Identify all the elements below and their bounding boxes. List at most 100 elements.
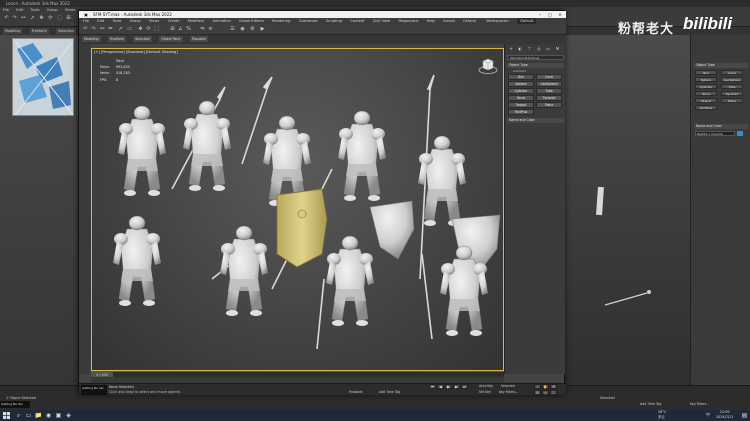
scale-icon[interactable]: ⬚ xyxy=(153,26,160,33)
scale-icon[interactable]: ⬚ xyxy=(56,15,63,22)
bg-object-color-swatch[interactable] xyxy=(737,131,743,136)
undo-icon[interactable]: ↶ xyxy=(82,26,89,33)
bg-maxscript-listener[interactable]: Getting Be Ver xyxy=(0,401,30,408)
rotate-icon[interactable]: ⟳ xyxy=(47,15,54,22)
snap-toggle-icon[interactable]: ⊞ xyxy=(169,26,176,33)
name-and-color-header[interactable]: Name and Color xyxy=(507,118,564,123)
bg-box-button[interactable]: Box xyxy=(695,70,717,75)
textplus-button[interactable]: TextPlus xyxy=(508,109,534,115)
hierarchy-tab-icon[interactable]: ⊤ xyxy=(526,46,534,52)
viewport-layout-strip[interactable] xyxy=(79,44,91,374)
bg-textplus-button[interactable]: TextPlus xyxy=(695,105,717,110)
pyramid-button[interactable]: Pyramid xyxy=(536,95,562,101)
bg-key-filters[interactable]: Key Filters... xyxy=(690,402,709,406)
background-perspective-viewport[interactable] xyxy=(565,35,690,385)
app-taskbar-icon[interactable]: ◈ xyxy=(64,411,73,420)
bg-geosphere-button[interactable]: GeoSphere xyxy=(721,77,743,82)
goto-start-icon[interactable]: ⏮ xyxy=(429,384,436,389)
utilities-tab-icon[interactable]: ⚒ xyxy=(553,46,561,52)
modify-tab-icon[interactable]: ◐ xyxy=(516,46,524,52)
zoom-extents-icon[interactable]: ⊡ xyxy=(534,390,541,395)
bg-torus-button[interactable]: Torus xyxy=(695,91,717,96)
browser-icon[interactable]: ◉ xyxy=(44,411,53,420)
ribbon-tab-selection[interactable]: Selection xyxy=(133,36,152,42)
3dsmax-taskbar-icon[interactable]: ▣ xyxy=(54,411,63,420)
percent-snap-icon[interactable]: % xyxy=(185,26,192,33)
select-region-icon[interactable]: ▭ xyxy=(126,26,133,33)
notification-icon[interactable]: ▤ xyxy=(740,411,749,420)
bg-selected-dropdown[interactable]: Selected xyxy=(600,396,615,400)
mirror-icon[interactable]: ⇋ xyxy=(199,26,206,33)
selected-dropdown[interactable]: Selected xyxy=(499,384,517,388)
undo-icon[interactable]: ↶ xyxy=(3,15,10,22)
box-button[interactable]: Box xyxy=(508,74,534,80)
search-icon[interactable]: ⌕ xyxy=(14,411,23,420)
close-icon[interactable]: ✕ xyxy=(555,11,565,18)
auto-key-button[interactable]: Auto Key xyxy=(479,384,493,388)
angle-snap-icon[interactable]: ∠ xyxy=(177,26,184,33)
bg-name-color-header[interactable]: Name and Color xyxy=(694,124,748,129)
unlink-icon[interactable]: ⚮ xyxy=(107,26,114,33)
ribbon-tab-modeling[interactable]: Modeling xyxy=(82,36,101,42)
geosphere-button[interactable]: GeoSphere xyxy=(536,81,562,87)
windows-start-icon[interactable] xyxy=(3,412,10,419)
torus-button[interactable]: Torus xyxy=(508,95,534,101)
next-frame-icon[interactable]: ▶ xyxy=(453,384,460,389)
object-type-header[interactable]: Object Type xyxy=(507,63,564,68)
move-icon[interactable]: ✥ xyxy=(38,15,45,22)
motion-tab-icon[interactable]: ◎ xyxy=(535,46,543,52)
orbit-icon[interactable]: ⟲ xyxy=(550,384,557,389)
key-filters-button[interactable]: Key Filters... xyxy=(499,390,518,394)
add-time-tag-button[interactable]: Add Time Tag xyxy=(379,390,400,394)
plane-button[interactable]: Plane xyxy=(536,102,562,108)
display-tab-icon[interactable]: ▭ xyxy=(544,46,552,52)
bg-teapot-button[interactable]: Teapot xyxy=(695,98,717,103)
primitive-type-dropdown[interactable]: Standard Primitives xyxy=(507,55,564,60)
rotate-icon[interactable]: ⟳ xyxy=(145,26,152,33)
link-icon[interactable]: ⚯ xyxy=(20,15,27,22)
bg-plane-button[interactable]: Plane xyxy=(721,98,743,103)
prev-frame-icon[interactable]: ◀ xyxy=(437,384,444,389)
bg-name-field[interactable]: Bip001 L Clavicle xyxy=(695,131,735,136)
goto-end-icon[interactable]: ⏭ xyxy=(461,384,468,389)
snap-icon[interactable]: ⊞ xyxy=(65,15,72,22)
minimize-icon[interactable]: – xyxy=(535,11,545,18)
select-link-icon[interactable]: ⚯ xyxy=(99,26,106,33)
play-icon[interactable]: ▶ xyxy=(445,384,452,389)
move-icon[interactable]: ✥ xyxy=(137,26,144,33)
cylinder-button[interactable]: Cylinder xyxy=(508,88,534,94)
bg-cylinder-button[interactable]: Cylinder xyxy=(695,84,717,89)
bg-sphere-button[interactable]: Sphere xyxy=(695,77,717,82)
file-explorer-icon[interactable]: 📁 xyxy=(34,411,43,420)
sphere-button[interactable]: Sphere xyxy=(508,81,534,87)
ribbon-tab-object-paint[interactable]: Object Paint xyxy=(159,36,183,42)
teapot-button[interactable]: Teapot xyxy=(508,102,534,108)
render-icon[interactable]: ▶ xyxy=(259,26,266,33)
align-icon[interactable]: ≡ xyxy=(207,26,214,33)
perspective-viewport[interactable]: [+] [Perspective] [Standard] [Default Sh… xyxy=(91,48,504,371)
maximize-icon[interactable]: □ xyxy=(545,11,555,18)
bg-ribbon-tab-modeling[interactable]: Modeling xyxy=(3,28,23,34)
bg-cone-button[interactable]: Cone xyxy=(721,70,743,75)
bg-object-type-header[interactable]: Object Type xyxy=(694,63,748,68)
task-view-icon[interactable]: ▭ xyxy=(24,411,33,420)
bg-pyramid-button[interactable]: Pyramid xyxy=(721,91,743,96)
fov-icon[interactable]: ◇ xyxy=(542,390,549,395)
bg-tube-button[interactable]: Tube xyxy=(721,84,743,89)
scene-explorer-icon[interactable]: ☰ xyxy=(229,26,236,33)
maximize-viewport-icon[interactable]: ⛶ xyxy=(550,390,557,395)
redo-icon[interactable]: ↷ xyxy=(11,15,18,22)
pan-icon[interactable]: ✋ xyxy=(542,384,549,389)
clock[interactable]: 22:09 2024/7/21 xyxy=(716,410,733,420)
maxscript-listener[interactable]: Getting Be Ver xyxy=(81,385,107,395)
render-setup-icon[interactable]: ⚙ xyxy=(249,26,256,33)
input-language-indicator[interactable]: 中 xyxy=(706,412,710,418)
bg-add-time-tag[interactable]: Add Time Tag xyxy=(640,402,661,406)
set-key-button[interactable]: Set Key xyxy=(479,390,491,394)
redo-icon[interactable]: ↷ xyxy=(90,26,97,33)
cone-button[interactable]: Cone xyxy=(536,74,562,80)
weather-widget[interactable]: 28°C 多云 xyxy=(658,410,666,420)
autogrid-checkbox[interactable]: AutoGrid xyxy=(513,69,526,73)
select-object-icon[interactable]: ➚ xyxy=(117,26,124,33)
create-tab-icon[interactable]: + xyxy=(507,46,515,52)
